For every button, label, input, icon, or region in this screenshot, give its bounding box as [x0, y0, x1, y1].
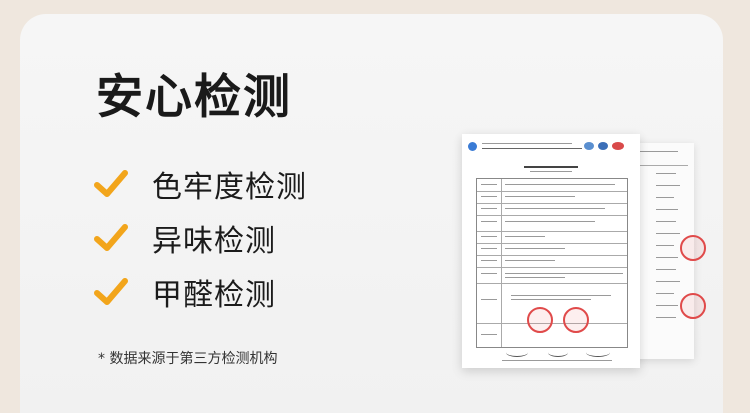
- page-title: 安心检测: [96, 70, 292, 125]
- item-label: 甲醛检测: [152, 278, 276, 313]
- check-icon: [94, 170, 128, 197]
- check-icon: [94, 278, 128, 305]
- item-label: 异味检测: [152, 224, 276, 259]
- stamp-icon: [680, 235, 706, 261]
- source-note: * 数据来源于第三方检测机构: [98, 351, 278, 367]
- signature: [586, 348, 610, 357]
- certificate-front-page: [462, 134, 640, 368]
- check-icon: [94, 224, 128, 251]
- signature: [506, 348, 528, 357]
- institution-logo: [468, 142, 477, 151]
- list-item: 甲醛检测: [94, 270, 276, 314]
- stamp-icon: [563, 307, 589, 333]
- list-item: 色牢度检测: [94, 162, 307, 206]
- stamp-icon: [680, 293, 706, 319]
- item-label: 色牢度检测: [152, 170, 307, 205]
- stamp-icon: [527, 307, 553, 333]
- signature: [548, 348, 568, 357]
- list-item: 异味检测: [94, 216, 276, 260]
- report-table: [476, 178, 628, 348]
